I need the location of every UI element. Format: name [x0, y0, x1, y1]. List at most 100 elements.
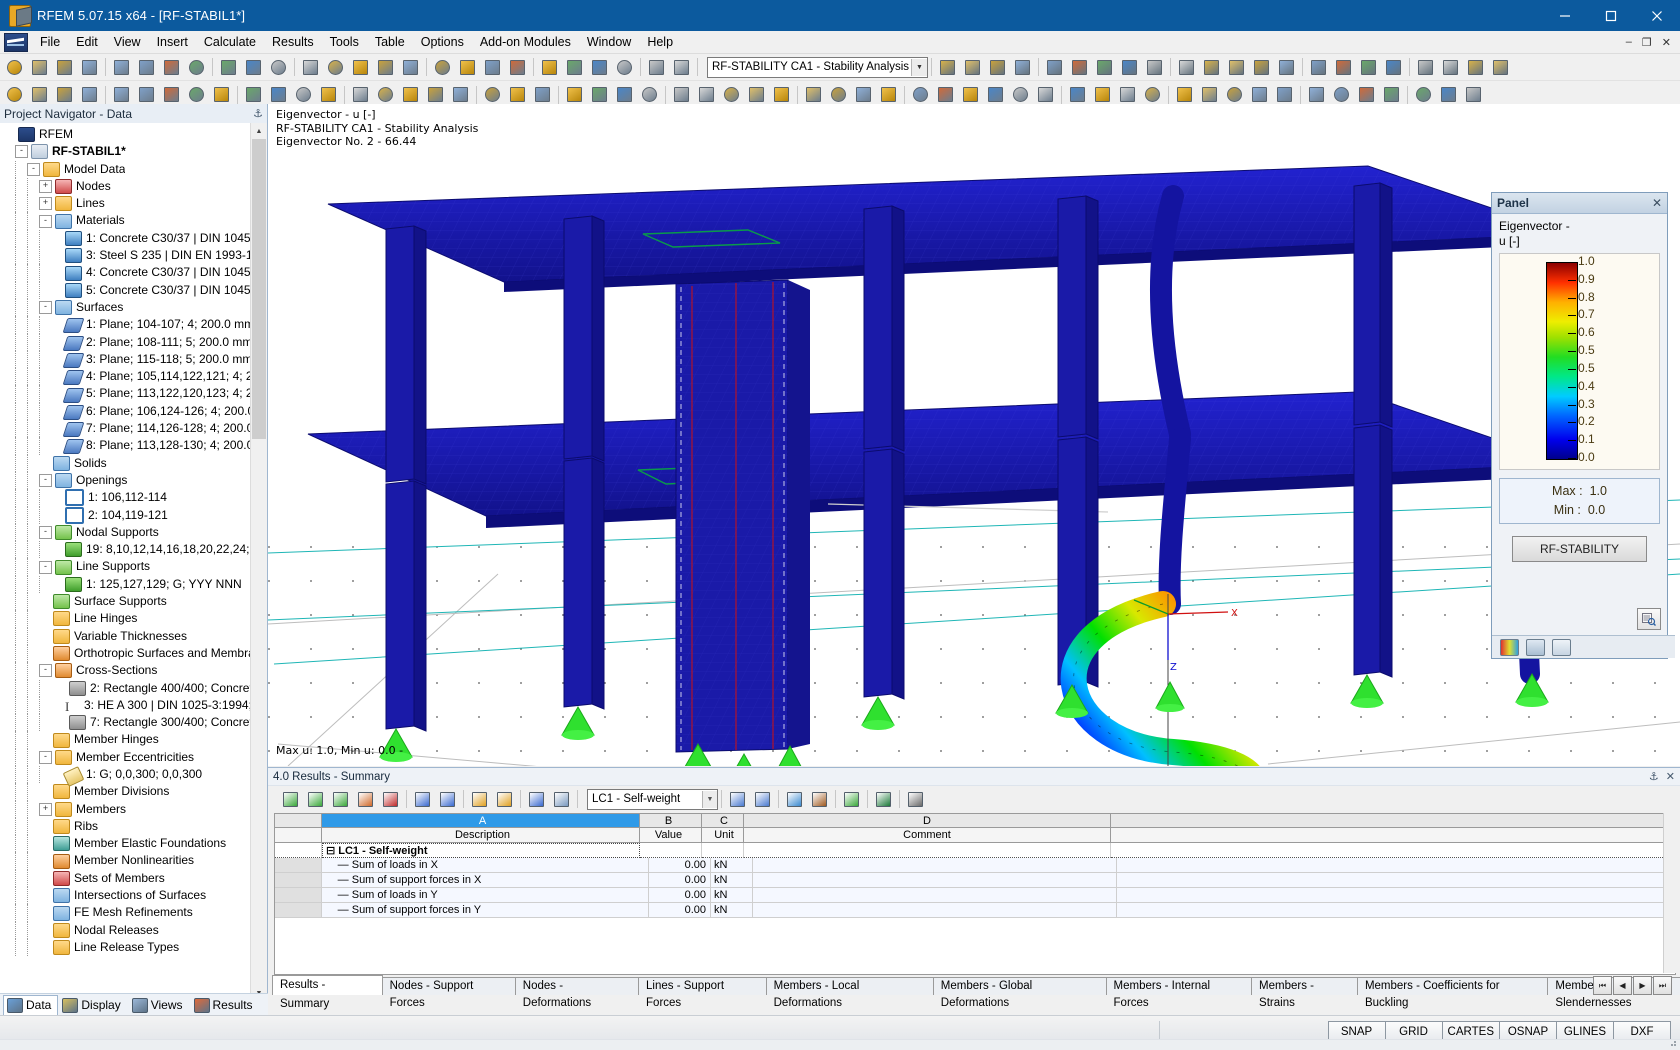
toolbar-button-10[interactable] — [242, 56, 265, 79]
navigator-tree-body[interactable]: RFEM - RF-STABIL1* - Model Data + Nodes + Lines -… — [0, 123, 251, 1001]
toolbar-button-33[interactable] — [852, 83, 875, 106]
tree-item-surface-supports[interactable]: Surface Supports — [4, 593, 251, 611]
tree-item-1-g-0-0-300-0-0-300[interactable]: 1: G; 0,0,300; 0,0,300 — [4, 765, 251, 787]
table-toolbar-right-button-7[interactable] — [904, 788, 927, 811]
tree-item-5-concrete-c30-37-din-1045[interactable]: 5: Concrete C30/37 | DIN 1045- — [4, 281, 251, 299]
toolbar-button-7[interactable] — [160, 56, 183, 79]
table-cell-extra[interactable] — [1117, 873, 1675, 888]
tree-item-5-plane-113-122-120-123-4-200[interactable]: 5: Plane; 113,122,120,123; 4; 200 — [4, 385, 251, 403]
toolbar-button-14[interactable] — [349, 83, 372, 106]
table-row[interactable]: — Sum of loads in Y 0.00 kN — [275, 888, 1675, 903]
toolbar-button-20[interactable] — [506, 56, 529, 79]
toolbar-button-25[interactable] — [638, 83, 661, 106]
collapse-icon[interactable]: - — [39, 301, 52, 315]
table-toolbar-button-2[interactable] — [304, 788, 327, 811]
results-tab-nodes-support-forces[interactable]: Nodes - Support Forces — [381, 977, 516, 1009]
toolbar-button-right-17[interactable] — [1357, 56, 1380, 79]
table-cell-description[interactable]: — Sum of loads in Y — [321, 888, 650, 903]
toolbar-button-56[interactable] — [1462, 83, 1485, 106]
table-cell-comment[interactable] — [752, 873, 1118, 888]
mdi-close-button[interactable]: ✕ — [1657, 36, 1676, 49]
menu-help[interactable]: Help — [639, 32, 681, 52]
toolbar-button-1[interactable] — [3, 83, 26, 106]
toolbar-button-3[interactable] — [53, 83, 76, 106]
tree-item-member-eccentricities[interactable]: - Member Eccentricities — [4, 748, 251, 766]
tree-item-8-plane-113-128-130-4-200-0-m[interactable]: 8: Plane; 113,128-130; 4; 200.0 m — [4, 437, 251, 455]
tree-item-2-rectangle-400-400-concrete[interactable]: 2: Rectangle 400/400; Concrete — [4, 679, 251, 697]
table-toolbar-button-1[interactable] — [279, 788, 302, 811]
toolbar-button-right-9[interactable] — [1143, 56, 1166, 79]
toolbar-button-26[interactable] — [670, 83, 693, 106]
toolbar-button-12[interactable] — [292, 83, 315, 106]
toolbar-button-53[interactable] — [1380, 83, 1403, 106]
toolbar-button-right-14[interactable] — [1275, 56, 1298, 79]
toolbar-button-20[interactable] — [506, 83, 529, 106]
tree-item-member-divisions[interactable]: Member Divisions — [4, 783, 251, 801]
toolbar-button-54[interactable] — [1412, 83, 1435, 106]
collapse-icon[interactable]: - — [39, 664, 52, 678]
nav-last-button[interactable]: ⏭ — [1653, 976, 1672, 995]
toolbar-button-6[interactable] — [135, 83, 158, 106]
table-row[interactable]: — Sum of support forces in Y 0.00 kN — [275, 903, 1675, 918]
table-toolbar-button-11[interactable] — [550, 788, 573, 811]
toolbar-button-11[interactable] — [267, 83, 290, 106]
table-cell-unit[interactable]: kN — [711, 903, 753, 918]
table-cell-value[interactable]: 0.00 — [649, 888, 711, 903]
toolbar-button-right-8[interactable] — [1118, 56, 1141, 79]
grid-col-letter-b[interactable]: B — [640, 814, 702, 828]
tree-item-fe-mesh-refinements[interactable]: FE Mesh Refinements — [4, 904, 251, 922]
toolbar-button-right-10[interactable] — [1175, 56, 1198, 79]
toolbar-button-37[interactable] — [959, 83, 982, 106]
table-cell-unit[interactable]: kN — [711, 888, 753, 903]
table-toolbar-right-button-3[interactable] — [783, 788, 806, 811]
toolbar-button-right-3[interactable] — [986, 56, 1009, 79]
tree-item-model-data[interactable]: - Model Data — [4, 160, 251, 178]
table-cell-extra[interactable] — [1117, 903, 1675, 918]
table-toolbar-right-button-5[interactable] — [840, 788, 863, 811]
results-tab-members-local-deformations[interactable]: Members - Local Deformations — [765, 977, 934, 1009]
table-cell-comment[interactable] — [744, 843, 1111, 858]
results-tab-members-internal-forces[interactable]: Members - Internal Forces — [1105, 977, 1253, 1009]
menu-file[interactable]: File — [32, 32, 68, 52]
toolbar-button-17[interactable] — [424, 83, 447, 106]
tree-item-7-plane-114-126-128-4-200-0-m[interactable]: 7: Plane; 114,126-128; 4; 200.0 m — [4, 420, 251, 438]
toolbar-button-right-16[interactable] — [1332, 56, 1355, 79]
toolbar-button-52[interactable] — [1355, 83, 1378, 106]
tree-item-2-104-119-121[interactable]: 2: 104,119-121 — [4, 506, 251, 524]
tree-item-1-125-127-129-g-yyy-nnn[interactable]: 1: 125,127,129; G; YYY NNN — [4, 575, 251, 594]
table-row-number[interactable] — [275, 843, 322, 858]
toolbar-button-42[interactable] — [1091, 83, 1114, 106]
pin-icon[interactable]: ⚓ — [253, 107, 263, 120]
table-cell-description[interactable]: — Sum of support forces in X — [321, 873, 650, 888]
menu-tools[interactable]: Tools — [322, 32, 367, 52]
toolbar-button-28[interactable] — [720, 83, 743, 106]
toolbar-button-12[interactable] — [299, 56, 322, 79]
menu-view[interactable]: View — [106, 32, 149, 52]
tree-item-member-hinges[interactable]: Member Hinges — [4, 731, 251, 749]
menu-window[interactable]: Window — [579, 32, 639, 52]
tree-item-surfaces[interactable]: - Surfaces — [4, 298, 251, 317]
toolbar-button-23[interactable] — [588, 56, 611, 79]
tree-item-1-plane-104-107-4-200-0-mm[interactable]: 1: Plane; 104-107; 4; 200.0 mm — [4, 316, 251, 334]
results-tab-results-summary[interactable]: Results - Summary — [272, 975, 383, 1010]
tree-item-materials[interactable]: - Materials — [4, 212, 251, 230]
toolbar-button-right-20[interactable] — [1439, 56, 1462, 79]
table-cell-description[interactable]: — Sum of loads in X — [321, 858, 650, 873]
nav-first-button[interactable]: ⏮ — [1593, 976, 1612, 995]
maximize-button[interactable] — [1588, 0, 1634, 31]
results-tab-lines-support-forces[interactable]: Lines - Support Forces — [638, 977, 767, 1009]
toolbar-button-4[interactable] — [78, 56, 101, 79]
toolbar-button-2[interactable] — [28, 56, 51, 79]
toolbar-button-right-12[interactable] — [1225, 56, 1248, 79]
toolbar-button-right-2[interactable] — [961, 56, 984, 79]
toolbar-button-right-13[interactable] — [1250, 56, 1273, 79]
tree-item-sets-of-members[interactable]: Sets of Members — [4, 869, 251, 888]
navigator-scrollbar[interactable]: ▲ ▼ — [250, 123, 267, 1001]
toolbar-button-47[interactable] — [1223, 83, 1246, 106]
table-cell-comment[interactable] — [752, 888, 1118, 903]
toolbar-button-9[interactable] — [210, 83, 233, 106]
scroll-up-icon[interactable]: ▲ — [251, 123, 267, 139]
table-toolbar-right-button-1[interactable] — [726, 788, 749, 811]
table-toolbar-right-button-6[interactable] — [872, 788, 895, 811]
grid-col-letter-d[interactable]: D — [744, 814, 1111, 828]
